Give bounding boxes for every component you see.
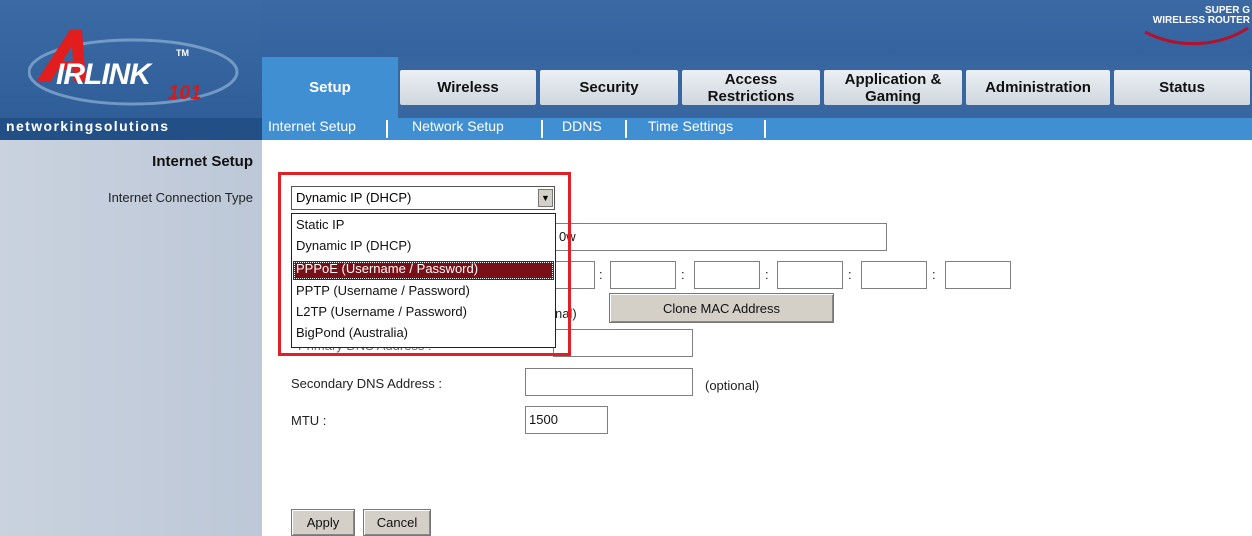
badge-swoosh-icon — [1144, 26, 1249, 46]
secondary-dns-input[interactable] — [525, 368, 693, 396]
subnav-divider — [764, 120, 766, 138]
tagline: networkingsolutions — [6, 118, 170, 134]
sub-navigation — [262, 118, 1252, 140]
subnav-divider — [386, 120, 388, 138]
tab-label: Wireless — [437, 79, 499, 96]
logo-trademark: TM — [176, 48, 189, 58]
tab-label: Status — [1159, 79, 1205, 96]
mac-octet-2[interactable] — [610, 261, 676, 289]
tab-access-restrictions[interactable]: Access Restrictions — [680, 57, 822, 118]
mac-separator: : — [848, 267, 852, 282]
mac-octet-3[interactable] — [694, 261, 760, 289]
tab-application-gaming[interactable]: Application & Gaming — [822, 57, 964, 118]
subnav-ddns[interactable]: DDNS — [562, 118, 602, 140]
secondary-dns-label: Secondary DNS Address : — [291, 376, 443, 391]
mac-separator: : — [681, 267, 685, 282]
tab-label: Application & Gaming — [844, 70, 942, 105]
mtu-value: 1500 — [529, 412, 558, 427]
primary-dns-input[interactable] — [553, 329, 693, 357]
secondary-dns-optional-hint: (optional) — [705, 378, 760, 393]
mac-octet-4[interactable] — [777, 261, 843, 289]
logo-word: IRLINK — [56, 58, 151, 91]
logo-number: 101 — [168, 82, 202, 104]
mac-separator: : — [599, 267, 603, 282]
mac-octet-6[interactable] — [945, 261, 1011, 289]
tab-label: Setup — [309, 79, 351, 96]
host-name-input[interactable]: 0w — [555, 223, 887, 251]
tab-label: Security — [579, 79, 639, 96]
subnav-divider — [625, 120, 627, 138]
mac-separator: : — [932, 267, 936, 282]
tab-security[interactable]: Security — [538, 57, 680, 118]
tab-status[interactable]: Status — [1112, 57, 1252, 118]
subnav-network-setup[interactable]: Network Setup — [412, 118, 504, 140]
subnav-internet-setup[interactable]: Internet Setup — [268, 118, 356, 140]
section-title: Internet Setup — [152, 153, 253, 170]
apply-button[interactable]: Apply — [291, 509, 355, 536]
tab-administration[interactable]: Administration — [964, 57, 1112, 118]
mac-octet-5[interactable] — [861, 261, 927, 289]
super-g-badge: SUPER G WIRELESS ROUTER — [1120, 6, 1250, 46]
highlight-annotation-box — [278, 172, 571, 356]
subnav-divider — [541, 120, 543, 138]
tab-label: Administration — [985, 79, 1091, 96]
mtu-input[interactable]: 1500 — [525, 406, 608, 434]
tab-label: Access Restrictions — [707, 70, 795, 105]
cancel-button[interactable]: Cancel — [363, 509, 431, 536]
subnav-time-settings[interactable]: Time Settings — [648, 118, 733, 140]
mac-separator: : — [765, 267, 769, 282]
tab-wireless[interactable]: Wireless — [398, 57, 538, 118]
cancel-label: Cancel — [376, 515, 418, 530]
apply-label: Apply — [306, 515, 340, 530]
clone-mac-address-button[interactable]: Clone MAC Address — [609, 293, 834, 323]
mtu-label: MTU : — [291, 413, 327, 428]
tab-setup[interactable]: Setup — [262, 57, 398, 118]
connection-type-label: Internet Connection Type — [107, 190, 253, 205]
clone-mac-label: Clone MAC Address — [662, 300, 781, 316]
